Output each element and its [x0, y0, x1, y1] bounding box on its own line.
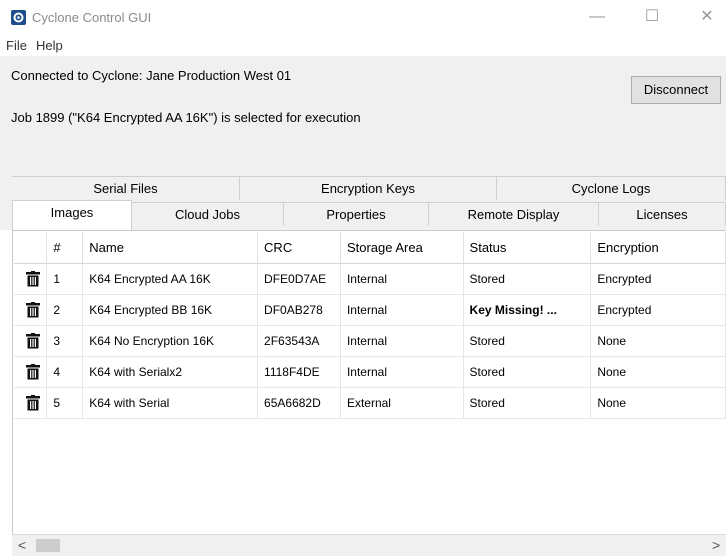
- tab-cyclone-logs[interactable]: Cyclone Logs: [497, 176, 726, 200]
- trash-icon: [26, 270, 41, 286]
- cell-name: K64 with Serialx2: [82, 356, 259, 388]
- cell-storage-area: Internal: [340, 294, 464, 326]
- cell-encryption: None: [590, 387, 726, 419]
- tab-properties[interactable]: Properties: [284, 202, 429, 226]
- images-table-panel: # Name CRC Storage Area Status Encryptio…: [12, 230, 726, 556]
- column-header-delete: [14, 232, 48, 264]
- disconnect-button[interactable]: Disconnect: [631, 76, 721, 104]
- cell-status: Stored: [463, 387, 592, 419]
- cell-number: 2: [46, 294, 84, 326]
- cell-crc: 2F63543A: [257, 325, 341, 357]
- delete-image-button[interactable]: [14, 263, 48, 295]
- cell-name: K64 Encrypted BB 16K: [82, 294, 259, 326]
- window-title: Cyclone Control GUI: [32, 10, 152, 25]
- scroll-right-arrow-icon[interactable]: >: [712, 537, 720, 553]
- column-header-name[interactable]: Name: [82, 232, 259, 264]
- column-header-number[interactable]: #: [46, 232, 84, 264]
- delete-image-button[interactable]: [14, 387, 48, 419]
- cell-name: K64 No Encryption 16K: [82, 325, 259, 357]
- column-header-crc[interactable]: CRC: [257, 232, 341, 264]
- cell-name: K64 with Serial: [82, 387, 259, 419]
- delete-image-button[interactable]: [14, 325, 48, 357]
- maximize-button[interactable]: ☐: [629, 0, 675, 34]
- delete-image-button[interactable]: [14, 356, 48, 388]
- trash-icon: [26, 332, 41, 348]
- cell-number: 1: [46, 263, 84, 295]
- cell-crc: 65A6682D: [257, 387, 341, 419]
- cyclone-logo-icon: [11, 10, 26, 25]
- connection-status: Connected to Cyclone: Jane Production We…: [11, 68, 292, 83]
- cell-crc: DFE0D7AE: [257, 263, 341, 295]
- images-table: # Name CRC Storage Area Status Encryptio…: [14, 232, 726, 419]
- table-row[interactable]: 4 K64 with Serialx2 1118F4DE Internal St…: [14, 356, 726, 388]
- cell-number: 5: [46, 387, 84, 419]
- tab-encryption-keys[interactable]: Encryption Keys: [240, 176, 497, 200]
- job-status: Job 1899 ("K64 Encrypted AA 16K") is sel…: [11, 110, 361, 125]
- cell-storage-area: Internal: [340, 263, 464, 295]
- trash-icon: [26, 301, 41, 317]
- trash-icon: [26, 394, 41, 410]
- horizontal-scrollbar[interactable]: < >: [12, 534, 726, 556]
- cell-storage-area: Internal: [340, 325, 464, 357]
- tab-serial-files[interactable]: Serial Files: [12, 176, 240, 200]
- table-header-row: # Name CRC Storage Area Status Encryptio…: [14, 232, 726, 264]
- cell-storage-area: Internal: [340, 356, 464, 388]
- tab-images[interactable]: Images: [12, 200, 132, 230]
- close-button[interactable]: ✕: [684, 0, 726, 34]
- cell-status: Stored: [463, 356, 592, 388]
- tab-strip: Serial Files Encryption Keys Cyclone Log…: [0, 174, 726, 230]
- cell-encryption: None: [590, 356, 726, 388]
- cell-name: K64 Encrypted AA 16K: [82, 263, 259, 295]
- cell-status: Stored: [463, 325, 592, 357]
- table-row[interactable]: 5 K64 with Serial 65A6682D External Stor…: [14, 387, 726, 419]
- cell-status: Stored: [463, 263, 592, 295]
- table-row[interactable]: 3 K64 No Encryption 16K 2F63543A Interna…: [14, 325, 726, 357]
- cell-status: Key Missing! ...: [463, 294, 592, 326]
- menu-bar: File Help: [0, 34, 726, 56]
- tab-licenses[interactable]: Licenses: [599, 202, 726, 226]
- menu-help[interactable]: Help: [36, 38, 63, 53]
- minimize-button[interactable]: —: [574, 0, 620, 34]
- column-header-encryption[interactable]: Encryption: [590, 232, 726, 264]
- scrollbar-thumb[interactable]: [36, 539, 60, 552]
- menu-file[interactable]: File: [6, 38, 27, 53]
- cell-storage-area: External: [340, 387, 464, 419]
- status-panel: Connected to Cyclone: Jane Production We…: [0, 56, 726, 174]
- cell-number: 4: [46, 356, 84, 388]
- table-row[interactable]: 2 K64 Encrypted BB 16K DF0AB278 Internal…: [14, 294, 726, 326]
- tab-remote-display[interactable]: Remote Display: [429, 202, 599, 226]
- title-bar: Cyclone Control GUI — ☐ ✕: [0, 0, 726, 34]
- cell-encryption: Encrypted: [590, 294, 726, 326]
- column-header-storage-area[interactable]: Storage Area: [340, 232, 464, 264]
- column-header-status[interactable]: Status: [463, 232, 592, 264]
- scroll-left-arrow-icon[interactable]: <: [18, 537, 26, 553]
- cell-encryption: None: [590, 325, 726, 357]
- tab-cloud-jobs[interactable]: Cloud Jobs: [132, 202, 284, 226]
- cell-number: 3: [46, 325, 84, 357]
- cell-encryption: Encrypted: [590, 263, 726, 295]
- cell-crc: DF0AB278: [257, 294, 341, 326]
- delete-image-button[interactable]: [14, 294, 48, 326]
- trash-icon: [26, 363, 41, 379]
- cell-crc: 1118F4DE: [257, 356, 341, 388]
- table-row[interactable]: 1 K64 Encrypted AA 16K DFE0D7AE Internal…: [14, 263, 726, 295]
